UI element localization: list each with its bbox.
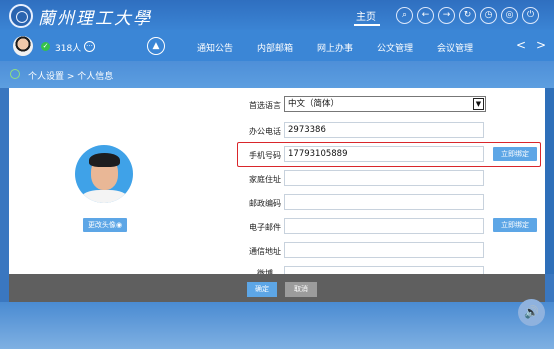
online-status-icon: ✓ [41,42,50,51]
photo-shirt [81,190,128,203]
office-phone-input[interactable]: 2973386 [284,122,484,138]
language-value: 中文（简体） [288,99,340,109]
language-select[interactable]: 中文（简体） ▼ [284,96,486,112]
school-logo-icon [9,4,33,28]
highlight-box [237,142,541,167]
bottom-background [0,302,554,349]
change-avatar-button[interactable]: 更改头像◉ [83,218,127,232]
nav-next-icon[interactable]: > [536,38,546,52]
mail-address-input[interactable] [284,242,484,258]
mail-address-label: 通信地址 [249,247,281,256]
email-input[interactable] [284,218,484,234]
postcode-input[interactable] [284,194,484,210]
volume-icon[interactable]: 🔊 [518,299,545,326]
bind-email-button[interactable]: 立即绑定 [493,218,537,232]
search-icon[interactable]: ⌕ [396,7,413,24]
nav-item-documents[interactable]: 公文管理 [377,41,413,54]
change-avatar-label: 更改头像 [87,221,116,229]
chevron-down-icon: ▼ [473,98,484,110]
nav-up-icon[interactable]: ▲ [147,37,165,55]
email-label: 电子邮件 [249,223,281,232]
refresh-icon[interactable]: ↻ [459,7,476,24]
user-avatar[interactable] [13,36,33,56]
online-count: 318人 [55,44,82,54]
settings-icon [10,69,20,79]
profile-panel: 更改头像◉ 首选语言 中文（简体） ▼ 办公电话 2973386 手机号码 17… [9,88,545,274]
confirm-button[interactable]: 确定 [247,282,277,297]
nav-item-mailbox[interactable]: 内部邮箱 [257,41,293,54]
school-name: 蘭州理工大學 [38,9,152,29]
profile-photo [75,145,133,203]
action-bar [9,274,545,302]
side-edge [545,88,554,274]
nav-prev-icon[interactable]: < [516,38,526,52]
more-icon[interactable]: ··· [84,41,95,52]
nav-item-notices[interactable]: 通知公告 [197,41,233,54]
forward-icon[interactable]: → [438,7,455,24]
home-underline [354,24,380,26]
office-phone-label: 办公电话 [249,127,281,136]
home-address-input[interactable] [284,170,484,186]
cancel-button[interactable]: 取消 [285,282,317,297]
target-icon[interactable]: ◎ [501,7,518,24]
partial-field-input[interactable] [284,266,484,274]
power-icon[interactable]: ⏻ [522,7,539,24]
home-link[interactable]: 主页 [356,8,376,23]
top-toolbar: ⌕ ← → ↻ ◷ ◎ ⏻ [396,7,539,24]
breadcrumb: 个人设置 > 个人信息 [28,72,114,82]
nav-item-online-affairs[interactable]: 网上办事 [317,41,353,54]
home-address-label: 家庭住址 [249,175,281,184]
postcode-label: 邮政编码 [249,199,281,208]
photo-hair [89,153,120,167]
nav-item-meetings[interactable]: 会议管理 [437,41,473,54]
clock-icon[interactable]: ◷ [480,7,497,24]
language-label: 首选语言 [249,101,281,110]
back-icon[interactable]: ← [417,7,434,24]
